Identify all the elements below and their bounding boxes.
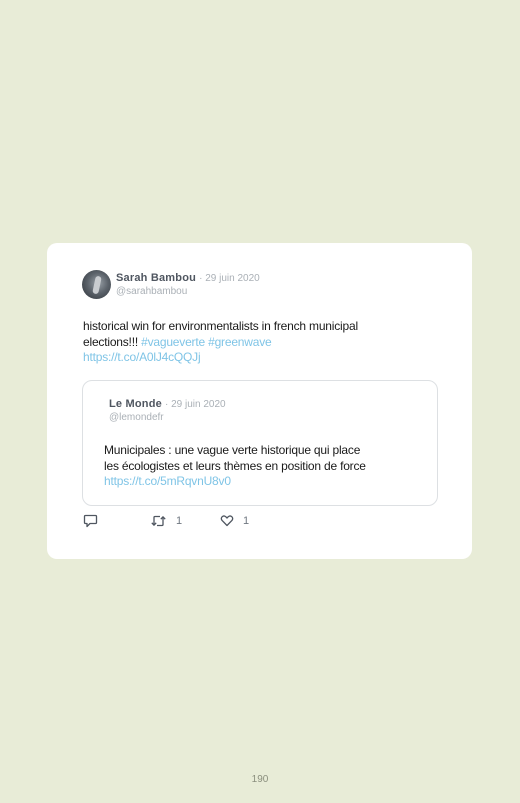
author-line: Sarah Bambou · 29 juin 2020 — [116, 272, 260, 284]
quoted-tweet-link[interactable]: https://t.co/5mRqvnU8v0 — [104, 474, 231, 488]
tweet-actions: 1 1 — [83, 514, 283, 530]
author-handle[interactable]: @sarahbambou — [116, 286, 187, 297]
like-button[interactable]: 1 — [220, 514, 249, 527]
tweet-link[interactable]: https://t.co/A0lJ4cQQJj — [83, 350, 201, 364]
avatar[interactable] — [82, 270, 111, 299]
quoted-tweet[interactable]: Le Monde · 29 juin 2020 @lemondefr Munic… — [82, 380, 438, 506]
page-number: 190 — [251, 774, 269, 785]
quoted-author-line: Le Monde · 29 juin 2020 — [109, 398, 226, 410]
tweet-text: historical win for environmentalists in … — [83, 319, 423, 366]
reply-button[interactable] — [83, 514, 98, 528]
retweet-button[interactable]: 1 — [150, 514, 182, 528]
quoted-tweet-text: Municipales : une vague verte historique… — [104, 443, 424, 490]
quoted-text-line2: les écologistes et leurs thèmes en posit… — [104, 458, 366, 473]
hashtag-greenwave[interactable]: #greenwave — [208, 335, 272, 349]
tweet-card: Sarah Bambou · 29 juin 2020 @sarahbambou… — [47, 243, 472, 559]
author-name[interactable]: Sarah Bambou — [116, 272, 196, 284]
retweet-icon — [150, 514, 167, 528]
quoted-author-handle[interactable]: @lemondefr — [109, 412, 164, 423]
like-count: 1 — [243, 514, 250, 527]
reply-icon — [83, 514, 98, 528]
quoted-text-line1: Municipales : une vague verte historique… — [104, 443, 361, 457]
heart-icon — [220, 514, 234, 527]
quoted-tweet-date[interactable]: · 29 juin 2020 — [165, 399, 226, 410]
retweet-count: 1 — [176, 515, 183, 527]
tweet-text-line1: historical win for environmentalists in … — [83, 319, 358, 333]
hashtag-vagueverte[interactable]: #vagueverte — [141, 335, 205, 349]
tweet-date[interactable]: · 29 juin 2020 — [199, 273, 260, 284]
quoted-author-name[interactable]: Le Monde — [109, 398, 162, 410]
tweet-text-line2: elections!!! — [83, 334, 142, 349]
